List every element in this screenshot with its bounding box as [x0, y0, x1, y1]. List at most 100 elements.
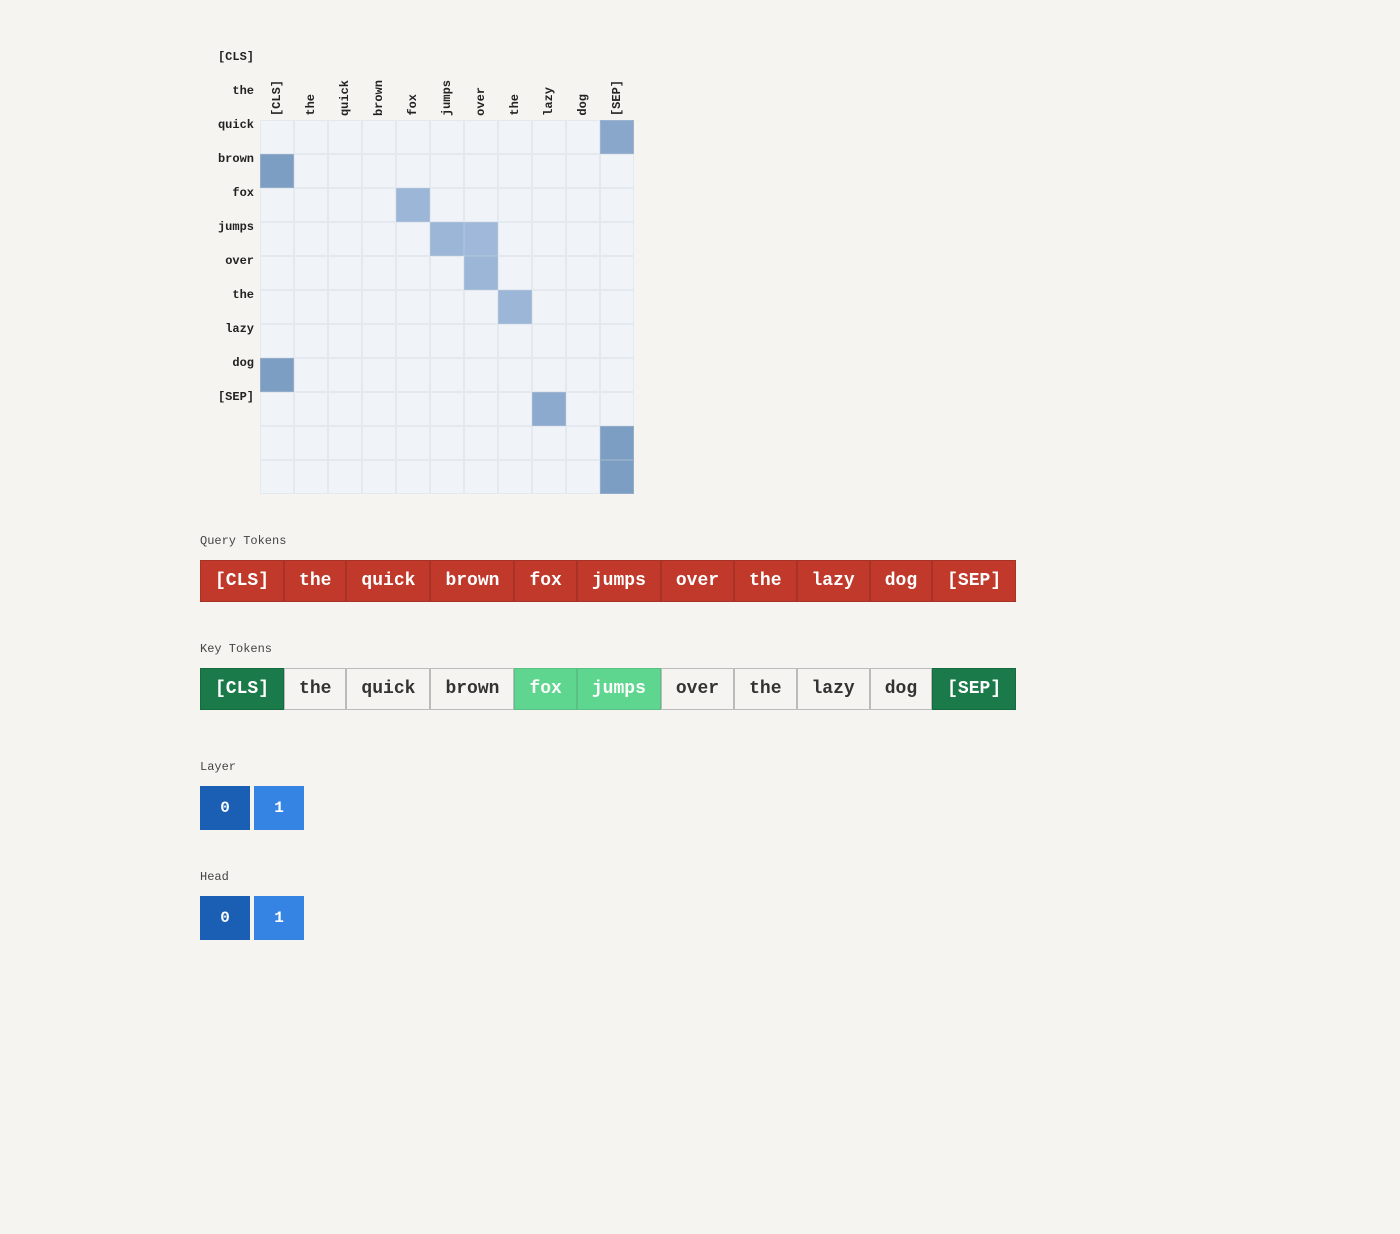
matrix-cell [294, 358, 328, 392]
query-token[interactable]: lazy [797, 560, 870, 602]
key-token[interactable]: [SEP] [932, 668, 1016, 710]
matrix-cell [362, 222, 396, 256]
matrix-cell [600, 426, 634, 460]
query-tokens-label: Query Tokens [200, 534, 1360, 548]
matrix-cell [328, 120, 362, 154]
query-token[interactable]: quick [346, 560, 430, 602]
col-labels: [CLS]thequickbrownfoxjumpsoverthelazydog… [260, 40, 634, 120]
matrix-cell [396, 154, 430, 188]
key-token[interactable]: quick [346, 668, 430, 710]
matrix-cell [464, 426, 498, 460]
matrix-row [260, 222, 634, 256]
query-token[interactable]: the [284, 560, 346, 602]
col-label: over [464, 40, 498, 120]
matrix-cell [396, 188, 430, 222]
matrix-cell [498, 256, 532, 290]
row-label: the [200, 74, 260, 108]
query-token[interactable]: the [734, 560, 796, 602]
matrix-cell [396, 324, 430, 358]
matrix-cell [532, 426, 566, 460]
query-token[interactable]: over [661, 560, 734, 602]
matrix-cell [600, 188, 634, 222]
col-label: quick [328, 40, 362, 120]
key-token[interactable]: over [661, 668, 734, 710]
key-token[interactable]: fox [514, 668, 576, 710]
col-label: the [498, 40, 532, 120]
matrix-cell [600, 222, 634, 256]
head-button-1[interactable]: 1 [254, 896, 304, 940]
matrix-grid-wrapper: [CLS]thequickbrownfoxjumpsoverthelazydog… [260, 40, 634, 494]
matrix-cell [566, 426, 600, 460]
matrix-grid [260, 120, 634, 494]
matrix-row [260, 256, 634, 290]
col-label: fox [396, 40, 430, 120]
layer-button-0[interactable]: 0 [200, 786, 250, 830]
matrix-cell [260, 256, 294, 290]
matrix-cell [532, 290, 566, 324]
key-token[interactable]: the [284, 668, 346, 710]
matrix-cell [532, 188, 566, 222]
matrix-cell [498, 358, 532, 392]
head-btn-row: 01 [200, 896, 1360, 940]
attention-matrix-section: [CLS]thequickbrownfoxjumpsoverthelazydog… [200, 40, 1360, 494]
query-token[interactable]: [SEP] [932, 560, 1016, 602]
key-token-row: [CLS]thequickbrownfoxjumpsoverthelazydog… [200, 668, 1360, 710]
matrix-cell [498, 460, 532, 494]
matrix-cell [566, 358, 600, 392]
key-token[interactable]: [CLS] [200, 668, 284, 710]
matrix-cell [430, 392, 464, 426]
key-token[interactable]: jumps [577, 668, 661, 710]
matrix-cell [498, 222, 532, 256]
matrix-row [260, 358, 634, 392]
query-token[interactable]: dog [870, 560, 932, 602]
matrix-cell [362, 120, 396, 154]
matrix-cell [294, 324, 328, 358]
matrix-cell [260, 188, 294, 222]
query-token[interactable]: [CLS] [200, 560, 284, 602]
key-token[interactable]: dog [870, 668, 932, 710]
key-tokens-label: Key Tokens [200, 642, 1360, 656]
row-label: jumps [200, 210, 260, 244]
matrix-cell [498, 324, 532, 358]
key-token[interactable]: lazy [797, 668, 870, 710]
matrix-cell [328, 392, 362, 426]
row-label: over [200, 244, 260, 278]
matrix-cell [566, 290, 600, 324]
matrix-cell [566, 460, 600, 494]
matrix-cell [260, 358, 294, 392]
matrix-cell [464, 358, 498, 392]
key-tokens-section: Key Tokens [CLS]thequickbrownfoxjumpsove… [200, 642, 1360, 710]
matrix-cell [430, 154, 464, 188]
matrix-cell [294, 426, 328, 460]
matrix-cell [294, 392, 328, 426]
row-label: quick [200, 108, 260, 142]
layer-button-1[interactable]: 1 [254, 786, 304, 830]
matrix-cell [498, 290, 532, 324]
head-button-0[interactable]: 0 [200, 896, 250, 940]
col-label: brown [362, 40, 396, 120]
query-token[interactable]: brown [430, 560, 514, 602]
query-token[interactable]: fox [514, 560, 576, 602]
matrix-cell [260, 392, 294, 426]
matrix-cell [600, 120, 634, 154]
matrix-cell [362, 392, 396, 426]
matrix-cell [430, 426, 464, 460]
query-token[interactable]: jumps [577, 560, 661, 602]
matrix-cell [430, 460, 464, 494]
row-label: lazy [200, 312, 260, 346]
row-label: brown [200, 142, 260, 176]
matrix-cell [566, 256, 600, 290]
matrix-cell [362, 460, 396, 494]
matrix-cell [498, 154, 532, 188]
row-label: dog [200, 346, 260, 380]
row-label: fox [200, 176, 260, 210]
matrix-cell [464, 392, 498, 426]
matrix-cell [464, 120, 498, 154]
matrix-cell [260, 154, 294, 188]
key-token[interactable]: the [734, 668, 796, 710]
matrix-row [260, 120, 634, 154]
col-label: [CLS] [260, 40, 294, 120]
col-label: [SEP] [600, 40, 634, 120]
key-token[interactable]: brown [430, 668, 514, 710]
matrix-cell [396, 392, 430, 426]
